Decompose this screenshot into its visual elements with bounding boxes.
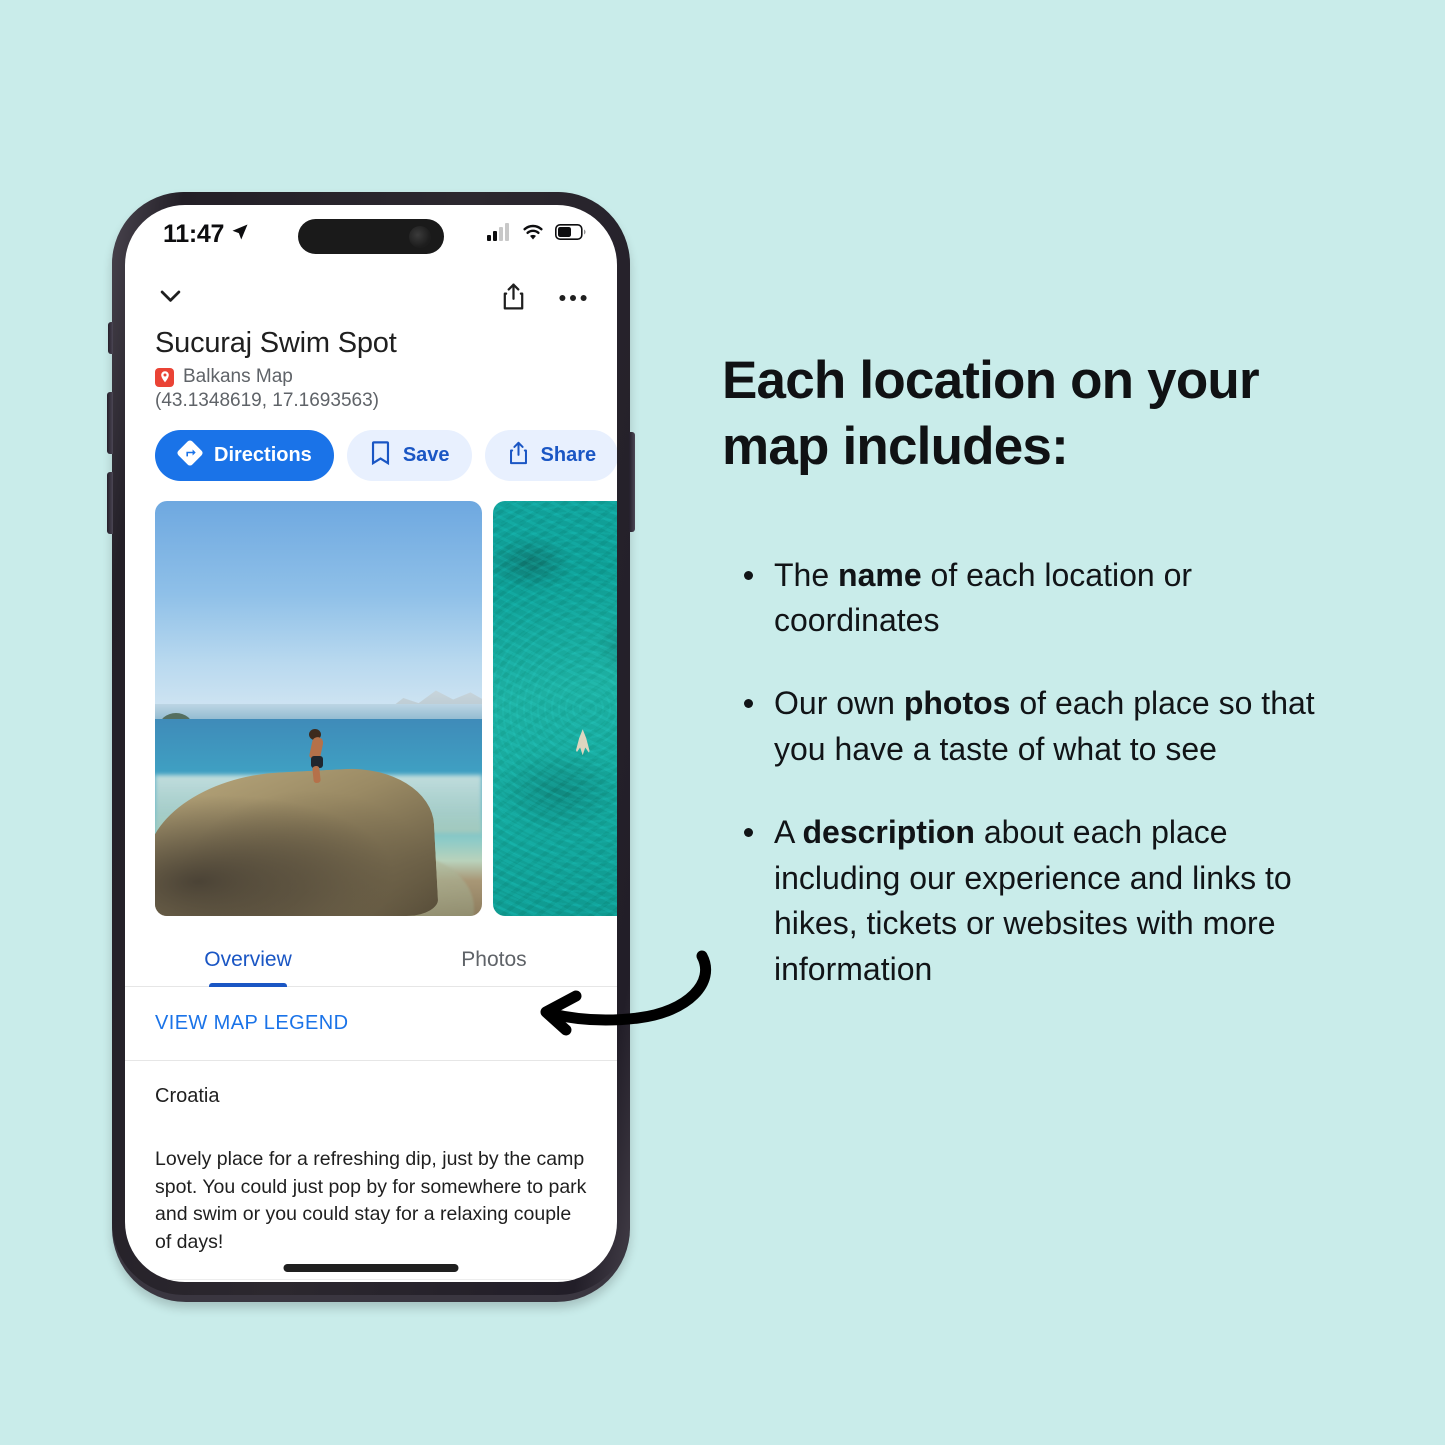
photo2-water-texture <box>493 501 617 916</box>
front-camera-icon <box>409 225 431 248</box>
place-title: Sucuraj Swim Spot <box>155 327 397 359</box>
bullet-text-before: The <box>774 556 839 593</box>
status-time-label: 11:47 <box>163 219 225 248</box>
right-content-panel: Each location on your map includes: The … <box>722 348 1332 1030</box>
photo-carousel[interactable] <box>125 481 617 916</box>
share-label: Share <box>540 444 597 466</box>
map-legend-row: VIEW MAP LEGEND <box>125 987 617 1061</box>
photo-thumbnail-1[interactable] <box>155 501 482 916</box>
save-label: Save <box>402 444 450 466</box>
save-button[interactable]: Save <box>346 430 472 481</box>
place-header: Sucuraj Swim Spot Balkans Map (43.134861… <box>125 319 617 412</box>
tab-bar: Overview Photos <box>125 932 617 987</box>
status-bar-time-group: 11:47 <box>163 220 250 249</box>
directions-label: Directions <box>214 444 312 466</box>
map-pin-icon <box>155 367 174 387</box>
app-nav-row <box>125 263 617 319</box>
map-name-label: Balkans Map <box>183 366 293 387</box>
silent-switch-button[interactable] <box>108 322 113 354</box>
bullet-text-strong: name <box>838 556 922 593</box>
bullet-text-before: A <box>774 814 803 851</box>
feature-bullet-list: The name of each location or coordinates… <box>722 553 1332 993</box>
tab-photos[interactable]: Photos <box>371 932 617 986</box>
cellular-signal-icon <box>487 222 511 246</box>
more-options-icon[interactable] <box>559 290 587 308</box>
photo1-swimmer <box>308 729 325 784</box>
description-section: Croatia Lovely place for a refreshing di… <box>125 1061 617 1280</box>
list-item: The name of each location or coordinates <box>744 553 1332 644</box>
bullet-text-before: Our own <box>774 685 904 722</box>
phone-mockup: 11:47 Sucuraj Swim Spot Balkans Map (43.… <box>107 192 635 1302</box>
list-item: A description about each place including… <box>744 810 1332 992</box>
directions-icon <box>177 439 203 472</box>
wifi-icon <box>521 223 545 246</box>
home-indicator[interactable] <box>283 1264 459 1272</box>
location-arrow-icon <box>230 220 250 249</box>
bookmark-icon <box>369 440 392 472</box>
photo1-sky <box>155 501 482 709</box>
map-source-row[interactable]: Balkans Map <box>155 366 587 388</box>
share-icon <box>507 440 530 472</box>
chevron-down-icon[interactable] <box>155 281 186 317</box>
bottom-photo-strip[interactable] <box>125 1280 617 1282</box>
list-item: Our own photos of each place so that you… <box>744 681 1332 772</box>
share-icon[interactable] <box>500 282 527 316</box>
coordinates-label: (43.1348619, 17.1693563) <box>155 390 379 411</box>
country-label: Croatia <box>155 1085 220 1107</box>
view-map-legend-link[interactable]: VIEW MAP LEGEND <box>155 1012 348 1034</box>
power-button[interactable] <box>629 432 635 532</box>
bullet-text-strong: photos <box>903 685 1011 722</box>
volume-up-button[interactable] <box>107 392 113 454</box>
battery-icon <box>555 223 586 245</box>
photo-thumbnail-2[interactable] <box>493 501 617 916</box>
tab-overview[interactable]: Overview <box>125 932 371 986</box>
bullet-text-strong: description <box>802 814 975 851</box>
page-title: Each location on your map includes: <box>722 351 1260 477</box>
status-bar: 11:47 <box>125 205 617 263</box>
directions-button[interactable]: Directions <box>155 430 334 481</box>
volume-down-button[interactable] <box>107 472 113 534</box>
phone-screen: 11:47 Sucuraj Swim Spot Balkans Map (43.… <box>125 205 617 1282</box>
action-button-row: Directions Save Share <box>125 412 617 481</box>
share-button[interactable]: Share <box>484 430 617 481</box>
status-bar-indicators <box>487 222 586 246</box>
phone-frame: 11:47 Sucuraj Swim Spot Balkans Map (43.… <box>107 192 635 1295</box>
description-text: Lovely place for a refreshing dip, just … <box>155 1148 587 1254</box>
dynamic-island <box>298 219 444 254</box>
